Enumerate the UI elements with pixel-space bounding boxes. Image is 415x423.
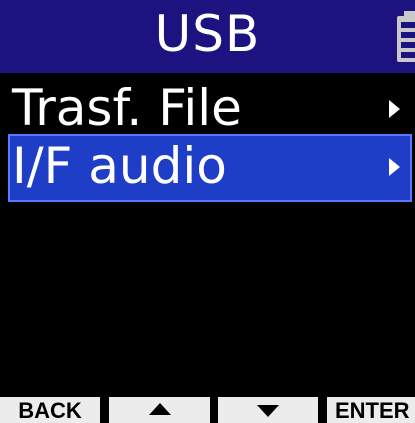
menu-item-trasf-file[interactable]: Trasf. File bbox=[8, 76, 412, 142]
enter-button-label: ENTER bbox=[335, 398, 410, 423]
down-arrow-icon bbox=[257, 405, 279, 417]
menu-item-if-audio[interactable]: I/F audio bbox=[8, 134, 412, 202]
chevron-right-icon bbox=[389, 158, 400, 176]
back-button[interactable]: BACK bbox=[0, 397, 100, 423]
battery-segment-gap bbox=[401, 32, 415, 38]
back-button-label: BACK bbox=[18, 398, 82, 423]
up-arrow-icon bbox=[148, 403, 171, 415]
enter-button[interactable]: ENTER bbox=[327, 397, 415, 423]
chevron-right-icon bbox=[389, 100, 400, 118]
battery-segment-gap bbox=[401, 22, 415, 28]
page-title: USB bbox=[154, 5, 261, 63]
title-bar: USB bbox=[0, 0, 415, 73]
menu-item-label: I/F audio bbox=[12, 137, 227, 195]
down-button[interactable] bbox=[218, 397, 318, 423]
battery-segment-gap bbox=[401, 42, 415, 48]
menu-item-label: Trasf. File bbox=[12, 79, 242, 137]
device-screen: USB Trasf. File I/F audio BACK ENTER bbox=[0, 0, 415, 423]
function-key-bar: BACK ENTER bbox=[0, 397, 415, 423]
up-button[interactable] bbox=[109, 397, 210, 423]
battery-segment-gap bbox=[401, 52, 415, 58]
